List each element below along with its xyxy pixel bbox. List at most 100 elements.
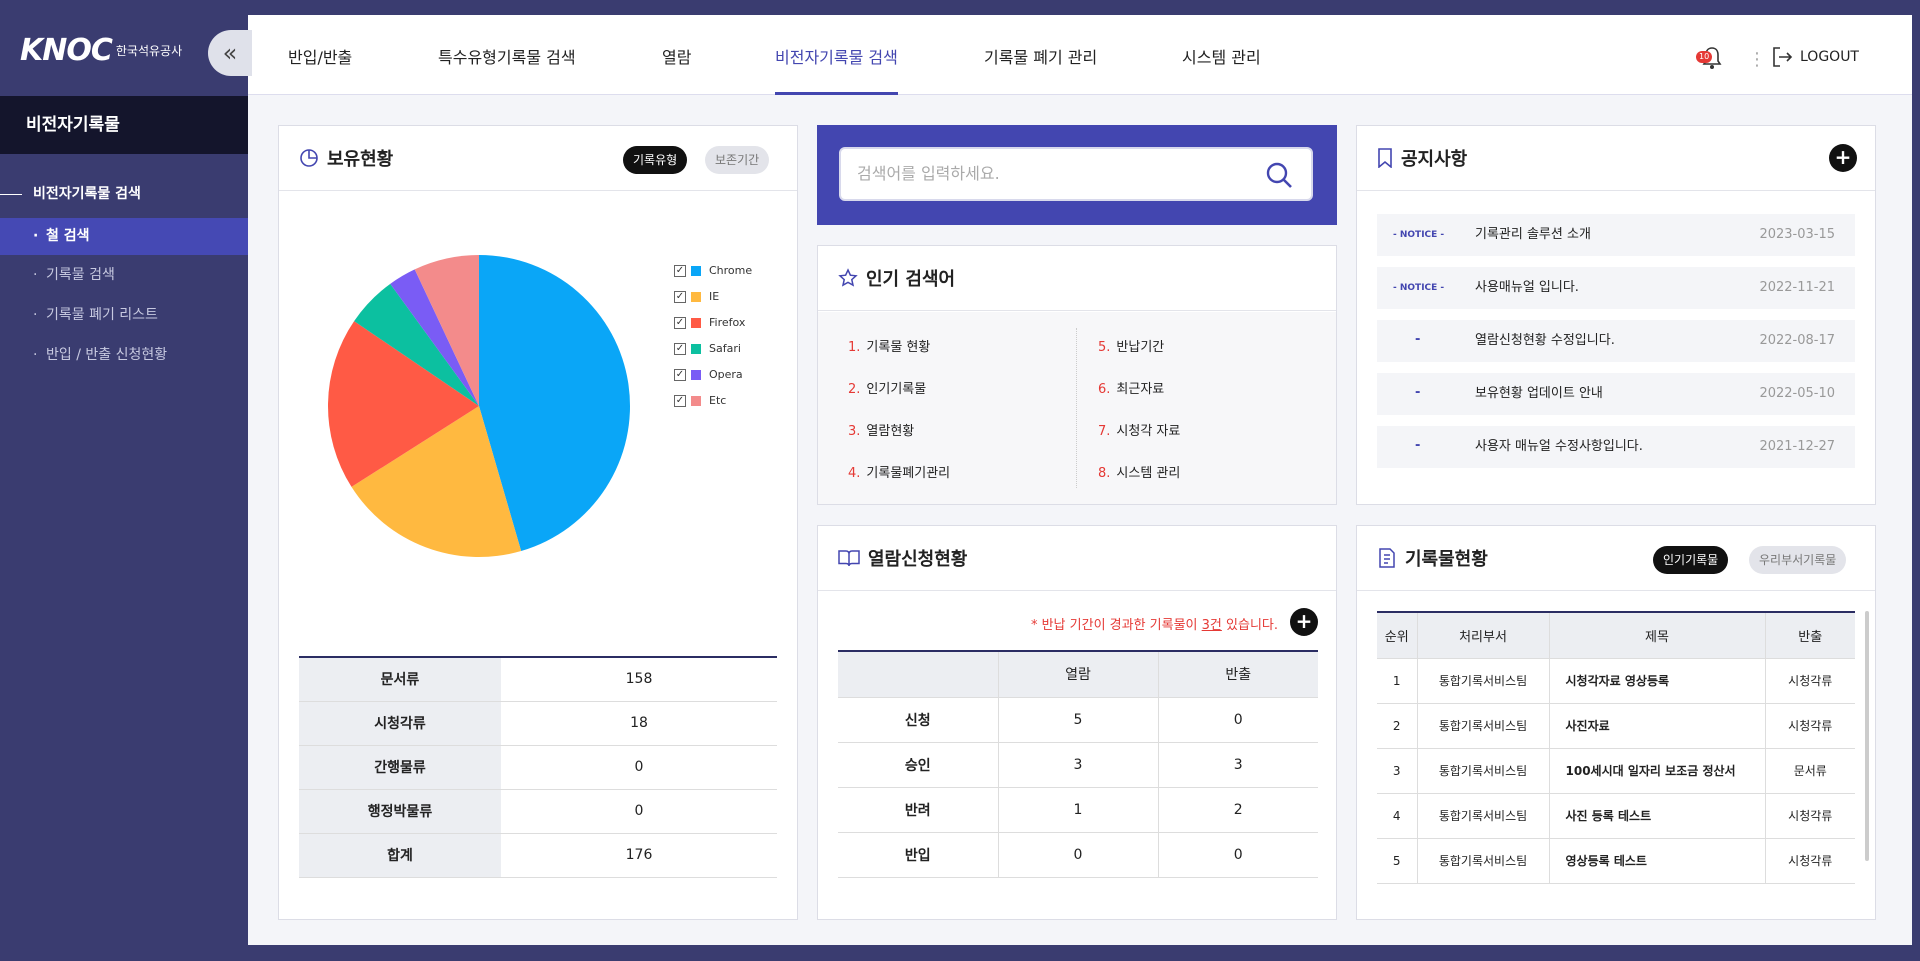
legend-checkbox[interactable]: ✓	[674, 316, 686, 329]
notification-badge: 10	[1696, 51, 1713, 63]
notice-item[interactable]: - 열람신청현황 수정입니다. 2022-08-17	[1377, 320, 1855, 362]
legend-swatch	[691, 291, 701, 302]
table-row[interactable]: 5 통합기록서비스팀 영상등록 테스트 시청각류	[1377, 838, 1855, 884]
legend-swatch	[691, 343, 701, 354]
cell: 0	[1157, 697, 1318, 743]
cell: 0	[997, 832, 1158, 878]
title-cell: 사진자료	[1548, 703, 1765, 749]
knoc-logo[interactable]: KNOC 한국석유공사	[20, 30, 182, 70]
popular-label: 시스템 관리	[1116, 466, 1181, 481]
type-cell: 시청각류	[1764, 793, 1855, 839]
notice-item[interactable]: - 보유현황 업데이트 안내 2022-05-10	[1377, 373, 1855, 415]
notice-date: 2023-03-15	[1759, 227, 1835, 242]
nav-inout[interactable]: 반입/반출	[288, 15, 352, 95]
legend-checkbox[interactable]: ✓	[674, 342, 686, 355]
legend-checkbox[interactable]: ✓	[674, 290, 686, 303]
table-row[interactable]: 4 통합기록서비스팀 사진 등록 테스트 시청각류	[1377, 793, 1855, 839]
logout-button[interactable]: LOGOUT	[1770, 45, 1859, 69]
legend-item-ie[interactable]: ✓ IE	[674, 290, 719, 303]
popular-search-card: 인기 검색어 1. 기록물 현황 2. 인기기록물 3. 열람현황 4. 기록물폐기관리…	[817, 245, 1337, 505]
legend-label: Etc	[709, 394, 727, 407]
row-value: 0	[501, 789, 777, 834]
more-vertical-icon[interactable]: ⋮	[1748, 49, 1766, 70]
alert-prefix: * 반납 기간이 경과한 기록물이	[1030, 618, 1202, 633]
legend-item-etc[interactable]: ✓ Etc	[674, 394, 726, 407]
popular-item[interactable]: 1. 기록물 현황	[848, 336, 930, 355]
title-cell: 영상등록 테스트	[1548, 838, 1765, 884]
nav-system-mgmt[interactable]: 시스템 관리	[1182, 15, 1261, 95]
legend-label: Safari	[709, 342, 741, 355]
holdings-card: 보유현황 기록유형 보존기간 ✓ Chrome ✓ IE ✓ Firefox ✓ Safari…	[278, 125, 798, 920]
popular-item[interactable]: 6. 최근자료	[1098, 378, 1164, 397]
tab-record-type[interactable]: 기록유형	[623, 146, 688, 174]
tab-retention-period[interactable]: 보존기간	[705, 146, 770, 174]
legend-checkbox[interactable]: ✓	[674, 394, 686, 407]
popular-item[interactable]: 3. 열람현황	[848, 420, 914, 439]
legend-checkbox[interactable]: ✓	[674, 368, 686, 381]
popular-list: 1. 기록물 현황 2. 인기기록물 3. 열람현황 4. 기록물폐기관리 5. 반납기간…	[818, 312, 1336, 504]
popular-rank: 6.	[1098, 382, 1111, 397]
nav-reading[interactable]: 열람	[662, 15, 691, 95]
row-label: 합계	[299, 833, 501, 878]
notices-more-button[interactable]: +	[1829, 144, 1857, 172]
sidebar-item-disposal-list[interactable]: 기록물 폐기 리스트	[0, 297, 248, 334]
plus-icon: +	[1834, 145, 1852, 169]
records-title: 기록물현황	[1405, 549, 1488, 570]
legend-item-opera[interactable]: ✓ Opera	[674, 368, 743, 381]
popular-label: 기록물 현황	[866, 340, 931, 355]
column-header: 열람	[997, 651, 1158, 698]
popular-rank: 7.	[1098, 424, 1111, 439]
nav-disposal-mgmt[interactable]: 기록물 폐기 관리	[984, 15, 1097, 95]
sidebar-collapse-button[interactable]: «	[208, 30, 252, 76]
popular-rank: 8.	[1098, 466, 1111, 481]
popular-item[interactable]: 4. 기록물폐기관리	[848, 462, 950, 481]
legend-item-safari[interactable]: ✓ Safari	[674, 342, 741, 355]
notice-tag: -	[1415, 385, 1421, 400]
notice-tag: - NOTICE -	[1393, 283, 1445, 293]
popular-item[interactable]: 2. 인기기록물	[848, 378, 926, 397]
table-header-row: 열람 반출	[838, 651, 1318, 698]
sidebar-item-inout-status[interactable]: 반입 / 반출 신청현황	[0, 337, 248, 374]
sidebar-group-label[interactable]: 비전자기록물 검색	[0, 180, 248, 208]
tab-popular-records[interactable]: 인기기록물	[1653, 546, 1729, 574]
cell: 1	[997, 787, 1158, 833]
row-label: 승인	[838, 742, 998, 788]
reading-status-card: 열람신청현황 * 반납 기간이 경과한 기록물이 3건 있습니다. + 열람 반…	[817, 525, 1337, 920]
dept-cell: 통합기록서비스팀	[1416, 658, 1549, 704]
legend-label: Firefox	[709, 316, 746, 329]
tab-department-records[interactable]: 우리부서기록물	[1749, 546, 1847, 574]
notice-title: 기록관리 솔루션 소개	[1475, 227, 1591, 242]
type-cell: 시청각류	[1764, 658, 1855, 704]
row-value: 0	[501, 745, 777, 790]
legend-item-chrome[interactable]: ✓ Chrome	[674, 264, 752, 277]
legend-checkbox[interactable]: ✓	[674, 264, 686, 277]
notice-item[interactable]: - NOTICE - 기록관리 솔루션 소개 2023-03-15	[1377, 214, 1855, 256]
popular-title: 인기 검색어	[866, 269, 956, 290]
sidebar-item-folder-search[interactable]: 철 검색	[0, 218, 248, 255]
popular-item[interactable]: 8. 시스템 관리	[1098, 462, 1180, 481]
notice-date: 2021-12-27	[1759, 439, 1835, 454]
reading-more-button[interactable]: +	[1290, 608, 1318, 636]
records-scrollbar[interactable]	[1865, 611, 1869, 861]
table-row: 반려 1 2	[838, 787, 1318, 833]
table-row: 반입 0 0	[838, 832, 1318, 878]
search-icon[interactable]	[1265, 161, 1293, 189]
notice-item[interactable]: - 사용자 매뉴얼 수정사항입니다. 2021-12-27	[1377, 426, 1855, 468]
table-row: 행정박물류 0	[299, 789, 777, 834]
type-cell: 문서류	[1764, 748, 1855, 794]
nav-special-search[interactable]: 특수유형기록물 검색	[438, 15, 576, 95]
sidebar-item-record-search[interactable]: 기록물 검색	[0, 257, 248, 294]
notice-item[interactable]: - NOTICE - 사용매뉴얼 입니다. 2022-11-21	[1377, 267, 1855, 309]
column-header: 처리부서	[1416, 612, 1549, 659]
popular-item[interactable]: 7. 시청각 자료	[1098, 420, 1180, 439]
search-input[interactable]: 검색어를 입력하세요.	[839, 147, 1313, 201]
table-row[interactable]: 3 통합기록서비스팀 100세시대 일자리 보조금 정산서 문서류	[1377, 748, 1855, 794]
table-row[interactable]: 1 통합기록서비스팀 시청각자료 영상등록 시청각류	[1377, 658, 1855, 704]
popular-item[interactable]: 5. 반납기간	[1098, 336, 1164, 355]
nav-nonelectronic-search[interactable]: 비전자기록물 검색	[775, 15, 898, 95]
logout-label: LOGOUT	[1800, 49, 1859, 65]
holdings-title: 보유현황	[327, 149, 394, 170]
legend-item-firefox[interactable]: ✓ Firefox	[674, 316, 745, 329]
table-row[interactable]: 2 통합기록서비스팀 사진자료 시청각류	[1377, 703, 1855, 749]
popular-rank: 2.	[848, 382, 861, 397]
